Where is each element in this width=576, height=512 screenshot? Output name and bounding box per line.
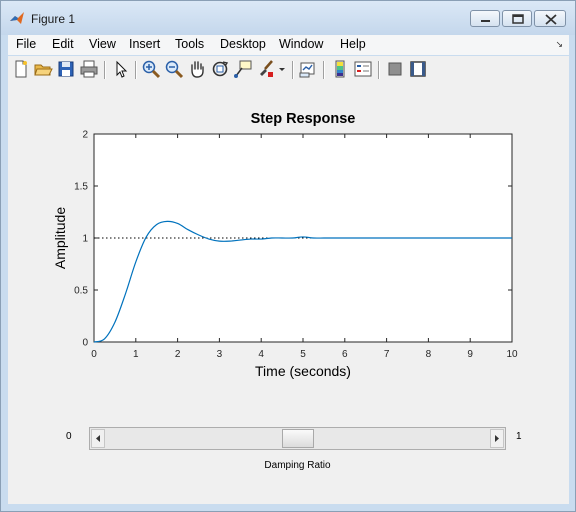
new-figure-icon	[15, 60, 27, 78]
print-icon	[80, 60, 98, 78]
menu-file[interactable]: File	[16, 37, 36, 51]
link-plot-icon	[299, 62, 315, 78]
toolbar-separator	[292, 61, 294, 79]
zoom-in-button[interactable]	[141, 59, 161, 79]
figure-toolbar	[8, 56, 569, 84]
minimize-button[interactable]	[470, 10, 500, 27]
rotate-3d-button[interactable]	[210, 59, 230, 79]
figure-window: Figure 1 File Edit View Insert Tools Des…	[0, 0, 576, 512]
pan-hand-icon	[191, 61, 204, 78]
matlab-logo-icon	[10, 12, 24, 24]
damping-ratio-slider[interactable]	[89, 427, 506, 450]
y-axis-label: Amplitude	[52, 207, 68, 269]
title-bar[interactable]: Figure 1	[1, 1, 575, 35]
open-file-button[interactable]	[33, 59, 53, 79]
menu-tools[interactable]: Tools	[175, 37, 204, 51]
x-tick-label: 1	[133, 349, 139, 360]
menu-view[interactable]: View	[89, 37, 116, 51]
chart-title: Step Response	[251, 111, 356, 127]
save-button[interactable]	[56, 59, 76, 79]
zoom-in-icon	[142, 60, 161, 79]
zoom-out-button[interactable]	[164, 59, 184, 79]
y-tick-label: 2	[82, 130, 88, 141]
window-title: Figure 1	[31, 12, 76, 26]
slider-max-label: 1	[516, 431, 522, 442]
right-arrow-icon	[495, 435, 499, 442]
colorbar-icon	[335, 60, 345, 78]
x-tick-label: 8	[426, 349, 432, 360]
step-response-plot[interactable]: 0 1 2 3 4 5 6 7 8 9 10 0 0.5 1 1.5 2 Step Response Tim…	[8, 83, 569, 403]
left-arrow-icon	[96, 435, 100, 442]
save-icon	[58, 61, 74, 77]
dock-arrow-icon[interactable]: ↘	[555, 39, 563, 50]
menu-help[interactable]: Help	[340, 37, 366, 51]
hide-plot-tools-button[interactable]	[385, 59, 405, 79]
slider-thumb[interactable]	[281, 429, 314, 448]
toolbar-separator	[135, 61, 137, 79]
show-plot-tools-icon	[410, 61, 426, 77]
legend-button[interactable]	[353, 59, 373, 79]
x-tick-label: 3	[217, 349, 223, 360]
x-tick-label: 7	[384, 349, 390, 360]
brush-dropdown-icon	[279, 68, 285, 71]
link-plot-button[interactable]	[298, 59, 318, 79]
x-tick-label: 0	[91, 349, 97, 360]
new-figure-button[interactable]	[11, 59, 31, 79]
print-button[interactable]	[79, 59, 99, 79]
menu-bar: File Edit View Insert Tools Desktop Wind…	[8, 35, 569, 55]
data-cursor-icon	[234, 60, 252, 78]
slider-right-arrow-button[interactable]	[490, 429, 504, 448]
brush-dropdown[interactable]	[277, 59, 287, 79]
y-tick-label: 1	[82, 234, 88, 245]
legend-icon	[354, 61, 372, 77]
minimize-icon	[481, 20, 490, 22]
maximize-button[interactable]	[502, 10, 532, 27]
open-file-icon	[34, 64, 53, 76]
brush-button[interactable]	[256, 59, 276, 79]
show-plot-tools-button[interactable]	[408, 59, 428, 79]
menu-edit[interactable]: Edit	[52, 37, 74, 51]
x-axis-label: Time (seconds)	[255, 363, 351, 379]
slider-caption: Damping Ratio	[264, 460, 331, 471]
zoom-out-icon	[165, 60, 184, 79]
select-arrow-button[interactable]	[111, 59, 131, 79]
x-tick-label: 5	[300, 349, 306, 360]
hide-plot-tools-icon	[388, 62, 402, 76]
x-tick-label: 2	[175, 349, 181, 360]
x-tick-label: 4	[258, 349, 264, 360]
menu-window[interactable]: Window	[279, 37, 323, 51]
y-tick-label: 1.5	[74, 182, 88, 193]
y-tick-label: 0	[82, 338, 88, 349]
slider-min-label: 0	[66, 431, 72, 442]
menu-desktop[interactable]: Desktop	[220, 37, 266, 51]
toolbar-separator	[323, 61, 325, 79]
data-cursor-button[interactable]	[233, 59, 253, 79]
x-tick-label: 9	[467, 349, 473, 360]
close-icon	[545, 14, 557, 25]
select-arrow-icon	[116, 60, 128, 78]
maximize-icon	[512, 14, 524, 24]
x-tick-label: 6	[342, 349, 348, 360]
pan-button[interactable]	[187, 59, 207, 79]
x-tick-label: 10	[506, 349, 518, 360]
colorbar-button[interactable]	[330, 59, 350, 79]
figure-canvas: 0 1 2 3 4 5 6 7 8 9 10 0 0.5 1 1.5 2 Step Response Tim…	[8, 83, 569, 504]
toolbar-separator	[378, 61, 380, 79]
close-button[interactable]	[534, 10, 566, 27]
rotate-3d-icon	[212, 61, 229, 77]
brush-icon	[260, 60, 273, 77]
menu-insert[interactable]: Insert	[129, 37, 160, 51]
y-tick-label: 0.5	[74, 286, 88, 297]
slider-left-arrow-button[interactable]	[91, 429, 105, 448]
toolbar-separator	[104, 61, 106, 79]
